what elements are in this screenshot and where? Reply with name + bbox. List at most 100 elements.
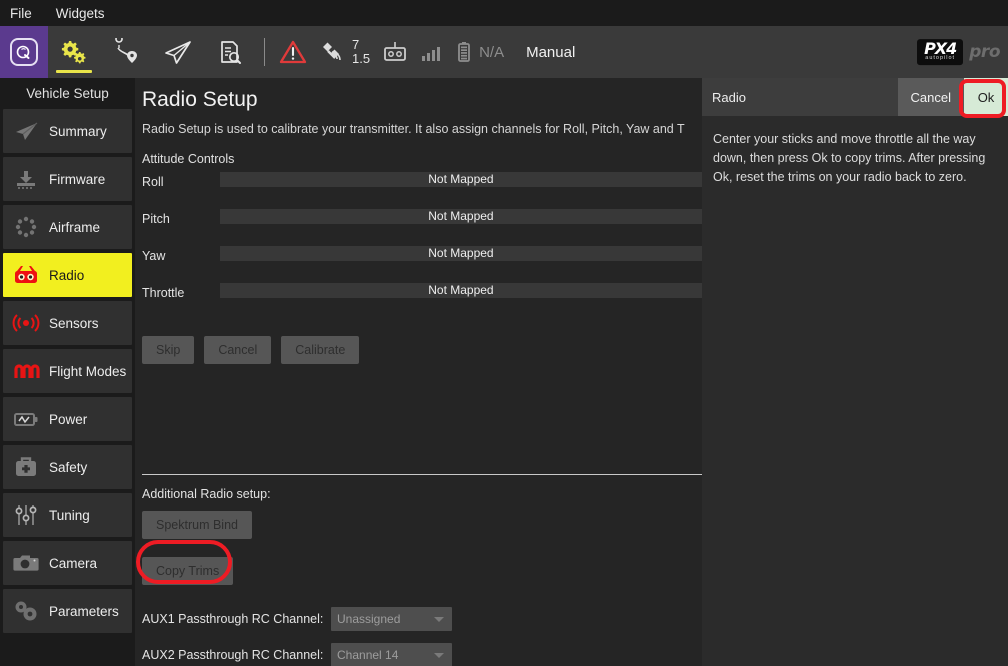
aux2-label: AUX2 Passthrough RC Channel: xyxy=(142,648,331,662)
vehicle-setup-sidebar: Vehicle Setup Summary Firmware xyxy=(0,78,135,666)
tuning-sliders-icon xyxy=(11,501,41,529)
additional-button-stack: Spektrum Bind Copy Trims xyxy=(142,511,702,585)
sidebar-item-label: Camera xyxy=(49,556,97,571)
toolbar-settings-button[interactable] xyxy=(48,26,100,78)
airframe-dots-icon xyxy=(11,213,41,241)
page-title: Radio Setup xyxy=(142,88,702,120)
status-battery[interactable]: N/A xyxy=(448,26,510,78)
aux1-channel-select[interactable]: Unassigned xyxy=(331,607,452,631)
menu-item-file[interactable]: File xyxy=(10,6,32,21)
toolbar-plan-button[interactable] xyxy=(100,26,152,78)
chevron-down-icon xyxy=(434,617,444,622)
paperplane-icon xyxy=(11,117,41,145)
additional-setup-label: Additional Radio setup: xyxy=(142,487,702,501)
cancel-calibration-button[interactable]: Cancel xyxy=(204,336,271,364)
body-container: Vehicle Setup Summary Firmware xyxy=(0,78,1008,666)
dialog-message: Center your sticks and move throttle all… xyxy=(702,116,1008,186)
radio-setup-panel: Radio Setup Radio Setup is used to calib… xyxy=(135,78,702,666)
toolbar-analyze-button[interactable] xyxy=(204,26,256,78)
fly-paperplane-icon xyxy=(162,38,194,66)
section-divider xyxy=(142,474,702,475)
dialog-cancel-button[interactable]: Cancel xyxy=(898,78,964,116)
attitude-controls-heading: Attitude Controls xyxy=(142,152,702,166)
calibration-button-row: Skip Cancel Calibrate xyxy=(142,336,702,364)
rc-transmitter-icon xyxy=(382,41,408,63)
status-warning[interactable] xyxy=(273,26,313,78)
warning-triangle-icon xyxy=(279,39,307,65)
menu-bar: File Widgets xyxy=(0,0,1008,26)
dialog-title: Radio xyxy=(712,90,898,105)
control-bar: Not Mapped xyxy=(220,172,702,187)
sidebar-item-label: Summary xyxy=(49,124,107,139)
status-gps[interactable]: 7 1.5 xyxy=(313,26,376,78)
dialog-header: Radio Cancel Ok xyxy=(702,78,1008,116)
flight-mode-selector[interactable]: Manual xyxy=(510,26,581,78)
aux2-passthrough-row: AUX2 Passthrough RC Channel: Channel 14 xyxy=(142,639,702,666)
qgc-logo-button[interactable] xyxy=(0,26,48,78)
sidebar-item-sensors[interactable]: Sensors xyxy=(3,301,132,345)
radio-transmitter-icon xyxy=(11,261,41,289)
spektrum-bind-button[interactable]: Spektrum Bind xyxy=(142,511,252,539)
copy-trims-dialog: Radio Cancel Ok Center your sticks and m… xyxy=(702,78,1008,666)
skip-button[interactable]: Skip xyxy=(142,336,194,364)
settings-gears-icon xyxy=(59,38,89,66)
sensors-waves-icon xyxy=(11,309,41,337)
attitude-control-row: Throttle Not Mapped xyxy=(142,283,702,320)
attitude-control-row: Roll Not Mapped xyxy=(142,172,702,209)
aux1-value: Unassigned xyxy=(337,612,400,626)
sidebar-item-parameters[interactable]: Parameters xyxy=(3,589,132,633)
sidebar-item-power[interactable]: Power xyxy=(3,397,132,441)
control-status: Not Mapped xyxy=(220,246,702,261)
toolbar-fly-button[interactable] xyxy=(152,26,204,78)
attitude-control-row: Yaw Not Mapped xyxy=(142,246,702,283)
menu-item-widgets[interactable]: Widgets xyxy=(56,6,105,21)
sidebar-item-safety[interactable]: Safety xyxy=(3,445,132,489)
sidebar-title: Vehicle Setup xyxy=(0,80,135,109)
dialog-ok-button[interactable]: Ok xyxy=(964,78,1008,116)
analyze-document-icon xyxy=(215,38,245,66)
calibrate-button[interactable]: Calibrate xyxy=(281,336,359,364)
aux1-passthrough-row: AUX1 Passthrough RC Channel: Unassigned xyxy=(142,603,702,635)
chevron-down-icon xyxy=(434,653,444,658)
control-name: Yaw xyxy=(142,246,220,263)
sidebar-item-label: Flight Modes xyxy=(49,364,126,379)
sidebar-item-camera[interactable]: Camera xyxy=(3,541,132,585)
px4-brand-suffix: pro xyxy=(969,42,1000,62)
safety-medkit-icon xyxy=(11,453,41,481)
sidebar-item-label: Power xyxy=(49,412,87,427)
sidebar-item-label: Sensors xyxy=(49,316,99,331)
control-name: Throttle xyxy=(142,283,220,300)
sidebar-item-airframe[interactable]: Airframe xyxy=(3,205,132,249)
aux2-channel-select[interactable]: Channel 14 xyxy=(331,643,452,666)
sidebar-item-label: Tuning xyxy=(49,508,90,523)
sidebar-item-radio[interactable]: Radio xyxy=(3,253,132,297)
control-name: Roll xyxy=(142,172,220,189)
px4-brand-main: PX4 xyxy=(924,41,956,56)
page-description: Radio Setup is used to calibrate your tr… xyxy=(142,120,702,138)
attitude-control-row: Pitch Not Mapped xyxy=(142,209,702,246)
control-bar: Not Mapped xyxy=(220,246,702,261)
firmware-download-icon xyxy=(11,165,41,193)
sidebar-item-label: Radio xyxy=(49,268,84,283)
status-rc[interactable] xyxy=(376,26,414,78)
qgroundcontrol-window: File Widgets xyxy=(0,0,1008,666)
toolbar-divider xyxy=(264,38,265,66)
camera-icon xyxy=(11,549,41,577)
control-status: Not Mapped xyxy=(220,172,702,187)
sidebar-item-summary[interactable]: Summary xyxy=(3,109,132,153)
px4-brand-sub: autopilot xyxy=(925,56,955,62)
px4-brand-logo: PX4 autopilot pro xyxy=(917,39,1000,65)
sidebar-item-tuning[interactable]: Tuning xyxy=(3,493,132,537)
control-status: Not Mapped xyxy=(220,209,702,224)
status-signal[interactable] xyxy=(414,26,448,78)
sidebar-item-label: Safety xyxy=(49,460,87,475)
gps-sat-count: 7 xyxy=(352,38,370,52)
signal-bars-icon xyxy=(420,42,442,62)
control-name: Pitch xyxy=(142,209,220,226)
plan-waypoints-icon xyxy=(111,38,141,66)
copy-trims-button[interactable]: Copy Trims xyxy=(142,557,233,585)
battery-value: N/A xyxy=(479,44,504,61)
sidebar-item-flight-modes[interactable]: Flight Modes xyxy=(3,349,132,393)
aux2-value: Channel 14 xyxy=(337,648,398,662)
sidebar-item-firmware[interactable]: Firmware xyxy=(3,157,132,201)
